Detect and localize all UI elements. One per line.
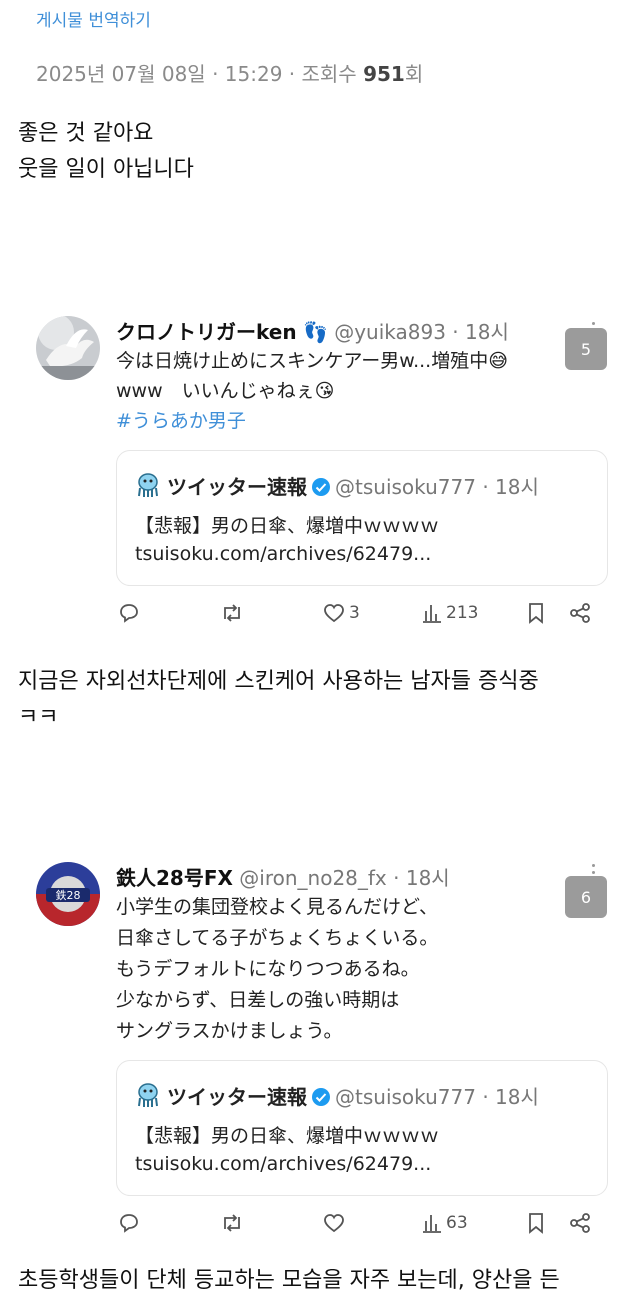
comment-line: ㅋㅋ <box>18 705 59 730</box>
reply-button[interactable] <box>118 1212 144 1234</box>
tweet-text: 今は日焼け止めにスキンケアー男w...増殖中😅 www いいんじゃねぇ😘 #うら… <box>116 346 508 436</box>
tweet-text: 小学生の集団登校よく見るんだけど、 日傘さしてる子がちょくちょくいる。 もうデフ… <box>116 892 438 1047</box>
post-meta: 2025년 07월 08일 · 15:29 · 조회수 951회 <box>36 58 423 87</box>
view-count-suffix: 회 <box>404 62 424 86</box>
octopus-avatar-icon <box>135 472 161 503</box>
author-handle[interactable]: @yuika893 · 18시 <box>334 320 509 344</box>
tweet-line: 小学生の集団登校よく見るんだけど、 <box>116 896 439 918</box>
reply-icon <box>118 602 140 624</box>
verified-badge-icon <box>311 477 331 502</box>
quoted-tweet-text: 【悲報】男の日傘、爆増中ｗｗｗｗ <box>135 515 440 537</box>
share-button[interactable] <box>569 1212 591 1234</box>
bookmark-icon <box>526 602 546 624</box>
retweet-button[interactable] <box>220 1212 248 1234</box>
verified-badge-icon <box>311 1087 331 1112</box>
author-handle[interactable]: @iron_no28_fx · 18시 <box>239 866 449 890</box>
post-line: 좋은 것 같아요 <box>18 121 154 146</box>
views-count: 63 <box>446 1213 468 1233</box>
tweet-line: 少なからず、日差しの強い時期は <box>116 989 400 1011</box>
quoted-tweet-text: 【悲報】男の日傘、爆増中ｗｗｗｗ <box>135 1125 440 1147</box>
post-date-time: 2025년 07월 08일 · 15:29 · 조회수 <box>36 62 364 86</box>
tweet-line: サングラスかけましょう。 <box>116 1020 343 1042</box>
bookmark-button[interactable] <box>526 602 546 624</box>
views-button[interactable]: 63 <box>422 1212 468 1234</box>
quote-number-badge: 5 <box>565 328 607 370</box>
post-body: 좋은 것 같아요 웃을 일이 아닙니다 <box>18 116 194 188</box>
translate-post-link[interactable]: 게시물 번역하기 <box>36 6 151 31</box>
like-count: 3 <box>349 603 360 623</box>
share-icon <box>569 1212 591 1234</box>
comment-text: 지금은 자외선차단제에 스킨케어 사용하는 남자들 증식중 ㅋㅋ <box>18 664 539 736</box>
quoted-tweet-header: ツイッター速報 @tsuisoku777 · 18시 <box>135 1081 539 1113</box>
hashtag-link[interactable]: #うらあか男子 <box>116 406 508 436</box>
quoted-tweet-link[interactable]: tsuisoku.com/archives/62479... <box>135 1153 431 1175</box>
tweet-header: クロノトリガーken 👣 @yuika893 · 18시 <box>116 316 509 345</box>
quoted-author-name: ツイッター速報 <box>167 475 307 499</box>
quoted-tweet-link[interactable]: tsuisoku.com/archives/62479... <box>135 543 431 565</box>
avatar[interactable] <box>36 316 100 380</box>
avatar[interactable]: 鉄28 <box>36 862 100 926</box>
bookmark-button[interactable] <box>526 1212 546 1234</box>
tweet-line: 今は日焼け止めにスキンケアー男w...増殖中😅 <box>116 350 509 372</box>
quote-number-badge: 6 <box>565 876 607 918</box>
tweet-actions: 63 <box>116 1212 606 1244</box>
quoted-author-handle: @tsuisoku777 · 18시 <box>335 475 539 499</box>
view-count: 951 <box>363 62 405 86</box>
retweet-icon <box>220 602 244 624</box>
like-button[interactable] <box>323 1212 349 1234</box>
tweet-header: 鉄人28号FX @iron_no28_fx · 18시 <box>116 862 450 891</box>
reply-button[interactable] <box>118 602 144 624</box>
quoted-tweet-card[interactable]: ツイッター速報 @tsuisoku777 · 18시 【悲報】男の日傘、爆増中ｗｗ… <box>116 1060 608 1196</box>
tweet-actions: 3 213 <box>116 602 606 634</box>
share-button[interactable] <box>569 602 591 624</box>
heart-icon <box>323 602 345 624</box>
tweet-line: www いいんじゃねぇ😘 <box>116 380 335 402</box>
post-line: 웃을 일이 아닙니다 <box>18 157 194 182</box>
retweet-button[interactable] <box>220 602 248 624</box>
quoted-tweet-card[interactable]: ツイッター速報 @tsuisoku777 · 18시 【悲報】男の日傘、爆増中ｗｗ… <box>116 450 608 586</box>
views-chart-icon <box>422 602 442 624</box>
reply-icon <box>118 1212 140 1234</box>
tweet-line: もうデフォルトになりつつあるね。 <box>116 958 420 980</box>
comment-line: 지금은 자외선차단제에 스킨케어 사용하는 남자들 증식중 <box>18 669 539 694</box>
bookmark-icon <box>526 1212 546 1234</box>
retweet-icon <box>220 1212 244 1234</box>
heart-icon <box>323 1212 345 1234</box>
author-name[interactable]: 鉄人28号FX <box>116 866 233 890</box>
tweet-line: 日傘さしてる子がちょくちょくいる。 <box>116 927 439 949</box>
share-icon <box>569 602 591 624</box>
octopus-avatar-icon <box>135 1082 161 1113</box>
views-chart-icon <box>422 1212 442 1234</box>
author-name[interactable]: クロノトリガーken <box>116 320 297 344</box>
svg-text:鉄28: 鉄28 <box>56 888 81 902</box>
views-button[interactable]: 213 <box>422 602 478 624</box>
like-button[interactable]: 3 <box>323 602 360 624</box>
footprints-emoji: 👣 <box>302 320 328 344</box>
comment-text-cut-off: 초등학생들이 단체 등교하는 모습을 자주 보는데, 양산을 든 <box>18 1268 560 1293</box>
quoted-author-handle: @tsuisoku777 · 18시 <box>335 1085 539 1109</box>
views-count: 213 <box>446 603 479 623</box>
quoted-tweet-header: ツイッター速報 @tsuisoku777 · 18시 <box>135 471 539 503</box>
quoted-author-name: ツイッター速報 <box>167 1085 307 1109</box>
